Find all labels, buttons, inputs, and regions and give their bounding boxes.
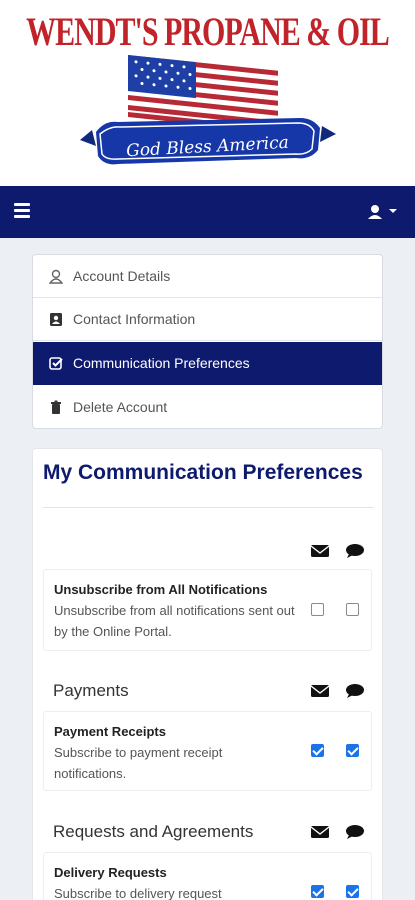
pref-payment-receipts: Payment Receipts Subscribe to payment re…: [43, 711, 372, 791]
text-checkbox[interactable]: [346, 885, 359, 898]
contact-card-icon: [50, 313, 62, 326]
envelope-icon: [310, 826, 330, 838]
sidebar-item-label: Contact Information: [73, 311, 196, 327]
top-navbar: [0, 186, 415, 238]
checkbox-icon: [49, 357, 63, 370]
account-menu: Account Details Contact Information Comm…: [32, 254, 383, 429]
chat-bubble-icon: [346, 684, 364, 698]
preferences-card: My Communication Preferences Unsubscribe…: [32, 448, 383, 900]
hamburger-menu-icon[interactable]: [14, 203, 30, 221]
pref-description: Subscribe to delivery request: [54, 886, 222, 900]
sidebar-item-label: Delete Account: [73, 399, 168, 415]
page-title: My Communication Preferences: [43, 461, 363, 484]
pref-title: Unsubscribe from All Notifications: [54, 582, 268, 597]
envelope-icon: [310, 545, 330, 557]
sidebar-item-contact-information[interactable]: Contact Information: [33, 298, 382, 341]
chat-bubble-icon: [346, 544, 364, 558]
trash-icon: [51, 400, 61, 414]
sidebar-item-label: Account Details: [73, 268, 171, 284]
section-title-payments: Payments: [53, 681, 129, 700]
sidebar-item-label: Communication Preferences: [73, 355, 250, 371]
text-checkbox[interactable]: [346, 744, 359, 757]
email-checkbox[interactable]: [311, 885, 324, 898]
chat-bubble-icon: [346, 825, 364, 839]
pref-title: Payment Receipts: [54, 724, 166, 739]
text-checkbox[interactable]: [346, 603, 359, 616]
envelope-icon: [310, 685, 330, 697]
email-checkbox[interactable]: [311, 744, 324, 757]
sidebar-item-account-details[interactable]: Account Details: [33, 255, 382, 298]
sidebar-item-delete-account[interactable]: Delete Account: [33, 386, 382, 428]
pref-unsubscribe-all: Unsubscribe from All Notifications Unsub…: [43, 569, 372, 651]
pref-description: Subscribe to payment receipt notificatio…: [54, 745, 223, 781]
user-menu-button[interactable]: [366, 201, 402, 223]
email-checkbox[interactable]: [311, 603, 324, 616]
divider: [43, 507, 374, 508]
user-icon: [368, 205, 397, 219]
section-title-requests-agreements: Requests and Agreements: [53, 822, 254, 841]
user-outline-icon: [49, 269, 63, 284]
pref-delivery-requests: Delivery Requests Subscribe to delivery …: [43, 852, 372, 900]
header-logo-area: WENDT'S PROPANE & OIL God Bless America: [0, 0, 415, 186]
pref-title: Delivery Requests: [54, 865, 167, 880]
sidebar-item-communication-preferences[interactable]: Communication Preferences: [33, 342, 382, 385]
pref-description: Unsubscribe from all notifications sent …: [54, 603, 295, 639]
caret-down-icon: [389, 209, 397, 213]
